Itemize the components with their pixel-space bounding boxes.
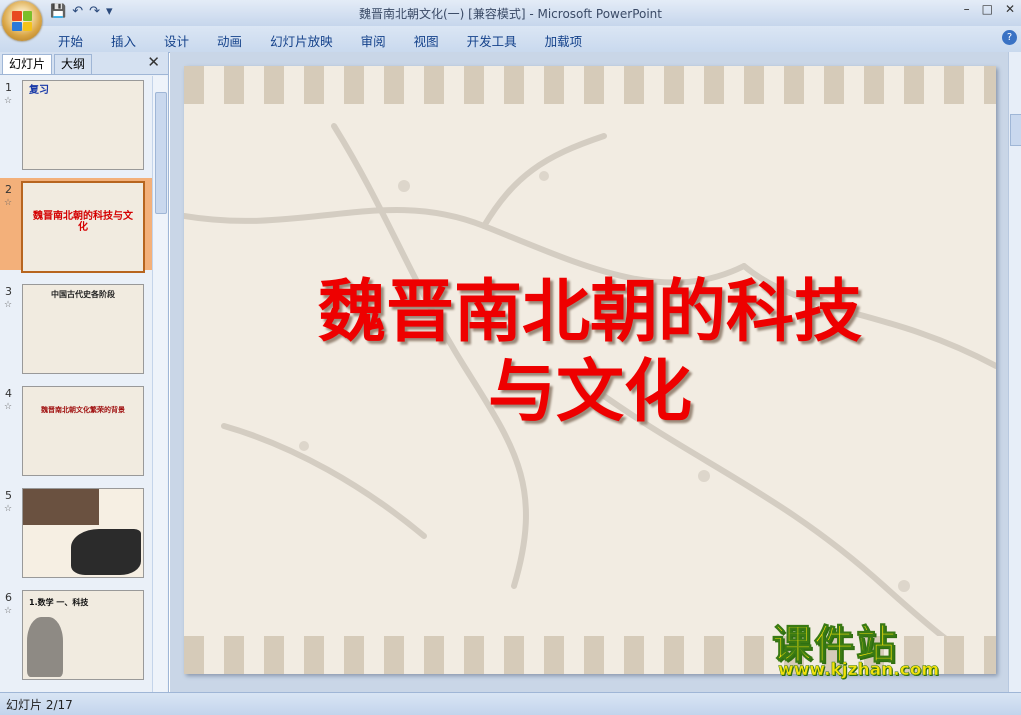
ribbon-tabs: 开始 插入 设计 动画 幻灯片放映 审阅 视图 开发工具 加载项: [58, 31, 582, 50]
animation-star-icon: ☆: [4, 300, 13, 310]
thumbnail-item-selected[interactable]: 2 ☆ 魏晋南北朝的科技与文化: [0, 178, 152, 273]
title-bar: 💾 ↶ ↷ ▾ 魏晋南北朝文化(一) [兼容模式] - Microsoft Po…: [0, 0, 1021, 26]
thumbnail-number: 5: [5, 489, 12, 502]
thumbnail-title: 复习: [29, 85, 49, 96]
tab-slides[interactable]: 幻灯片: [2, 54, 53, 74]
thumbnail-list: 1 ☆ 复习 2 ☆ 魏晋南北朝的科技与文化 3 ☆ 中国古代史各阶段 4 ☆ …: [0, 76, 152, 692]
thumbnail-image: 魏晋南北朝的科技与文化: [21, 181, 145, 273]
slide-title-line2: 与文化: [487, 352, 692, 432]
tab-outline[interactable]: 大纲: [54, 54, 93, 74]
office-logo-icon: [12, 11, 32, 31]
animation-star-icon: ☆: [4, 504, 13, 514]
editor-scrollbar[interactable]: [1008, 52, 1021, 692]
scrollbar-thumb[interactable]: [155, 92, 167, 214]
thumbnail-title: 魏晋南北朝文化繁荣的背景: [41, 406, 125, 414]
slide-editor: 魏晋南北朝的科技 与文化: [170, 52, 1008, 692]
help-icon[interactable]: ?: [1002, 30, 1017, 45]
thumbnail-number: 4: [5, 387, 12, 400]
tab-animations[interactable]: 动画: [217, 31, 242, 50]
close-pane-icon[interactable]: ✕: [147, 53, 160, 71]
animation-star-icon: ☆: [4, 402, 13, 412]
animation-star-icon: ☆: [4, 96, 13, 106]
thumbnail-number: 6: [5, 591, 12, 604]
watermark-url: www.kjzhan.com: [778, 660, 940, 681]
thumbnail-item[interactable]: 1 ☆ 复习: [0, 76, 152, 170]
thumbnail-photo: [23, 489, 99, 525]
slide-title-line1: 魏晋南北朝的科技: [317, 272, 862, 352]
tab-addins[interactable]: 加载项: [545, 31, 583, 50]
tab-insert[interactable]: 插入: [111, 31, 136, 50]
tab-view[interactable]: 视图: [414, 31, 439, 50]
thumbnail-photo: [71, 529, 141, 575]
maximize-button[interactable]: □: [982, 2, 993, 16]
thumbnail-image: [22, 488, 144, 578]
thumbnail-number: 3: [5, 285, 12, 298]
thumbnail-image: 中国古代史各阶段: [22, 284, 144, 374]
tab-slideshow[interactable]: 幻灯片放映: [270, 31, 333, 50]
minimize-button[interactable]: –: [964, 2, 970, 16]
thumbnail-image: 复习: [22, 80, 144, 170]
thumbnail-portrait: [27, 617, 63, 677]
thumbnail-item[interactable]: 4 ☆ 魏晋南北朝文化繁荣的背景: [0, 382, 152, 476]
window-controls: – □ ✕: [964, 2, 1015, 16]
slides-pane: 幻灯片 大纲 ✕ 1 ☆ 复习 2 ☆ 魏晋南北朝的科技与文化 3 ☆ 中国古代…: [0, 52, 169, 692]
thumbnail-item[interactable]: 3 ☆ 中国古代史各阶段: [0, 280, 152, 374]
slide-counter: 幻灯片 2/17: [6, 698, 73, 712]
ribbon-tabs-bar: 开始 插入 设计 动画 幻灯片放映 审阅 视图 开发工具 加载项 ?: [0, 26, 1021, 53]
thumbnail-number: 2: [5, 183, 12, 196]
status-bar: 幻灯片 2/17: [0, 692, 1021, 715]
thumbnail-number: 1: [5, 81, 12, 94]
close-button[interactable]: ✕: [1005, 2, 1015, 16]
pane-tabs: 幻灯片 大纲 ✕: [0, 52, 168, 75]
thumbnail-title: 魏晋南北朝的科技与文化: [33, 211, 133, 233]
thumbnail-item[interactable]: 6 ☆ 1.数学 一、科技: [0, 586, 152, 680]
thumbnail-title: 1.数学 一、科技: [29, 598, 89, 607]
decorative-border-top: [184, 66, 996, 104]
thumbnail-image: 魏晋南北朝文化繁荣的背景: [22, 386, 144, 476]
thumbnail-scrollbar[interactable]: [152, 76, 167, 692]
office-button[interactable]: [2, 1, 42, 41]
scrollbar-thumb[interactable]: [1010, 114, 1021, 146]
animation-star-icon: ☆: [4, 198, 13, 208]
slide-canvas[interactable]: 魏晋南北朝的科技 与文化: [184, 66, 996, 674]
thumbnail-title: 中国古代史各阶段: [51, 290, 115, 299]
tab-design[interactable]: 设计: [164, 31, 189, 50]
animation-star-icon: ☆: [4, 606, 13, 616]
slide-title[interactable]: 魏晋南北朝的科技 与文化: [184, 272, 996, 432]
watermark-logo: 课件站 www.kjzhan.com: [772, 612, 1012, 692]
tab-home[interactable]: 开始: [58, 31, 83, 50]
thumbnail-image: 1.数学 一、科技: [22, 590, 144, 680]
tab-review[interactable]: 审阅: [361, 31, 386, 50]
window-title: 魏晋南北朝文化(一) [兼容模式] - Microsoft PowerPoint: [358, 7, 662, 21]
tab-developer[interactable]: 开发工具: [467, 31, 517, 50]
thumbnail-item[interactable]: 5 ☆: [0, 484, 152, 578]
